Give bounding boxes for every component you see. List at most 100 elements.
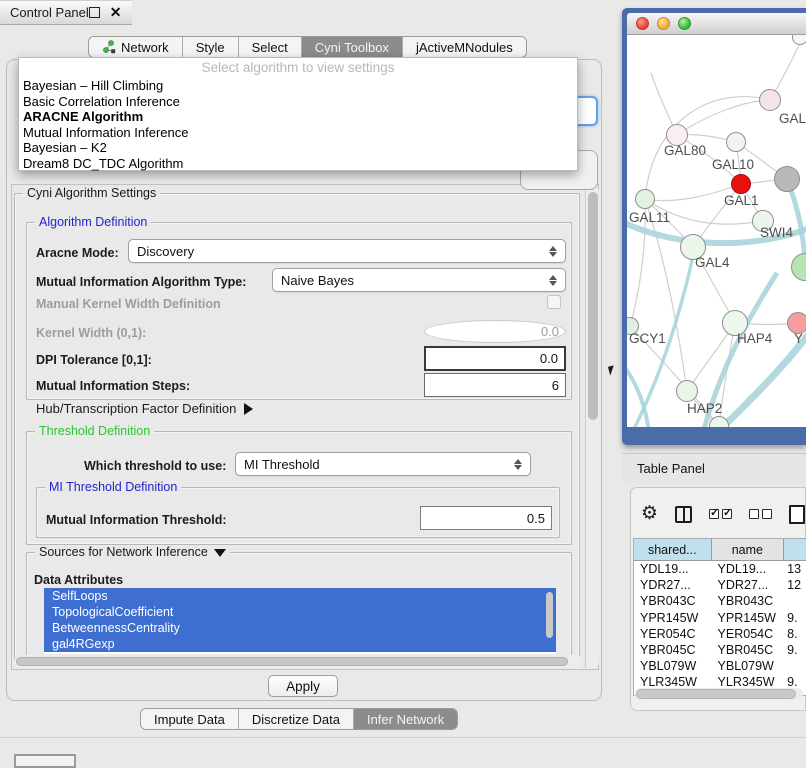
dropdown-option[interactable]: Dream8 DC_TDC Algorithm (19, 156, 577, 172)
zoom-traffic-light-icon[interactable] (678, 17, 691, 30)
network-node-hap2[interactable] (676, 380, 698, 402)
dropdown-option[interactable]: Mutual Information Inference (19, 125, 577, 141)
list-item[interactable]: TopologicalCoefficient (44, 604, 556, 620)
node-label-gal4: GAL4 (695, 255, 730, 270)
table-row[interactable]: YER054C YER054C 8. (634, 626, 806, 642)
list-scrollbar-thumb[interactable] (546, 592, 553, 638)
apply-button[interactable]: Apply (268, 675, 338, 697)
cell: YPR145W (634, 611, 712, 625)
network-view-window[interactable]: GAL80 GAL10 GAL1 GAL11 SWI4 GAL4 GCY1 HA… (622, 8, 806, 445)
cell: YER054C (712, 627, 785, 641)
dropdown-option[interactable]: Basic Correlation Inference (19, 94, 577, 110)
list-item[interactable]: SelfLoops (44, 588, 556, 604)
node-label-gcy1: GCY1 (629, 331, 666, 346)
tab-impute-data[interactable]: Impute Data (141, 709, 239, 729)
table-horizontal-scrollbar[interactable] (635, 688, 803, 700)
network-node-gal1-selected[interactable] (731, 174, 751, 194)
minimize-traffic-light-icon[interactable] (657, 17, 670, 30)
horizontal-scrollbar-thumb[interactable] (16, 657, 568, 666)
column-header-name[interactable]: name (712, 539, 785, 560)
tab-select-label: Select (252, 40, 288, 55)
dropdown-option-highlighted[interactable]: ARACNE Algorithm (19, 109, 577, 125)
select-all-checkboxes-icon[interactable] (709, 509, 732, 519)
node-label-gal-partial: GAL (779, 111, 806, 126)
mi-type-combobox[interactable]: Naive Bayes (272, 268, 566, 292)
column-header-partial[interactable] (784, 539, 806, 560)
list-scrollbar[interactable] (545, 590, 554, 652)
cell: YBL079W (712, 659, 785, 673)
mi-steps-field[interactable]: 6 (424, 373, 566, 397)
close-traffic-light-icon[interactable] (636, 17, 649, 30)
close-icon[interactable]: ✕ (110, 7, 122, 18)
list-item[interactable]: BetweennessCentrality (44, 620, 556, 636)
cell: YBR045C (712, 643, 785, 657)
table-row[interactable]: YBL079W YBL079W (634, 658, 806, 674)
tab-select[interactable]: Select (239, 37, 302, 57)
tab-cyni-toolbox[interactable]: Cyni Toolbox (302, 37, 403, 57)
mouse-cursor (608, 365, 616, 375)
table-horizontal-scrollbar-thumb[interactable] (636, 689, 796, 699)
tab-infer-network[interactable]: Infer Network (354, 709, 457, 729)
table-row[interactable]: YBR043C YBR043C (634, 593, 806, 609)
cell: 8. (784, 627, 806, 641)
tab-network[interactable]: Network (89, 37, 183, 57)
tab-jactivemnodules[interactable]: jActiveMNodules (403, 37, 526, 57)
tab-style[interactable]: Style (183, 37, 239, 57)
node-label-gal1: GAL1 (724, 193, 759, 208)
sources-group-title[interactable]: Sources for Network Inference (35, 545, 230, 559)
table-toolbar: ⚙ (641, 500, 806, 528)
network-node-gal10[interactable] (726, 132, 746, 152)
dropdown-option[interactable]: Bayesian – K2 (19, 140, 577, 156)
algorithm-dropdown-popup: Select algorithm to view settings Bayesi… (18, 57, 578, 171)
tab-discretize-data[interactable]: Discretize Data (239, 709, 354, 729)
table-row[interactable]: YDL19... YDL19... 13 (634, 561, 806, 577)
network-node-gray[interactable] (774, 166, 800, 192)
hub-section-toggle[interactable]: Hub/Transcription Factor Definition (36, 401, 253, 416)
manual-kernel-label: Manual Kernel Width Definition (36, 297, 221, 311)
document-icon[interactable] (789, 505, 805, 524)
gear-icon[interactable]: ⚙ (641, 504, 658, 524)
data-attributes-list[interactable]: SelfLoops TopologicalCoefficient Between… (44, 588, 556, 654)
network-canvas[interactable]: GAL80 GAL10 GAL1 GAL11 SWI4 GAL4 GCY1 HA… (627, 35, 806, 427)
node-label-gal10: GAL10 (712, 157, 754, 172)
threshold-definition-title: Threshold Definition (35, 424, 154, 438)
table-row[interactable]: YDR27... YDR27... 12 (634, 577, 806, 593)
network-icon (102, 40, 116, 54)
dpi-tolerance-field[interactable]: 0.0 (424, 346, 566, 371)
which-threshold-value: MI Threshold (244, 457, 320, 472)
aracne-mode-combobox[interactable]: Discovery (128, 239, 566, 263)
aracne-mode-label: Aracne Mode: (36, 246, 119, 260)
dropdown-option[interactable]: Bayesian – Hill Climbing (19, 78, 577, 94)
mi-type-label: Mutual Information Algorithm Type: (36, 275, 246, 289)
mi-threshold-field[interactable]: 0.5 (420, 506, 552, 530)
mi-steps-value: 6 (552, 378, 559, 393)
split-columns-icon[interactable] (675, 506, 692, 523)
network-window-titlebar[interactable] (627, 13, 806, 35)
tab-style-label: Style (196, 40, 225, 55)
float-window-icon[interactable] (89, 7, 100, 18)
cell: 9. (784, 611, 806, 625)
vertical-scrollbar-thumb[interactable] (588, 192, 598, 420)
cyni-settings-group-title: Cyni Algorithm Settings (23, 186, 160, 200)
kernel-width-label: Kernel Width (0,1): (36, 326, 146, 340)
tab-cyni-toolbox-label: Cyni Toolbox (315, 40, 389, 55)
node-label-hap2: HAP2 (687, 401, 722, 416)
list-item[interactable]: gal4RGexp (44, 636, 556, 652)
table-header-row: shared... name (634, 539, 806, 561)
network-node[interactable] (759, 89, 781, 111)
kernel-width-value: 0.0 (541, 324, 559, 339)
network-node-gal11[interactable] (635, 189, 655, 209)
cell: YDR27... (634, 578, 712, 592)
vertical-scrollbar[interactable] (585, 186, 599, 668)
horizontal-scrollbar[interactable] (14, 655, 582, 668)
hub-section-label: Hub/Transcription Factor Definition (36, 401, 236, 416)
aracne-mode-value: Discovery (137, 244, 194, 259)
deselect-all-checkboxes-icon[interactable] (749, 509, 772, 519)
which-threshold-combobox[interactable]: MI Threshold (235, 452, 531, 476)
node-label-gal11: GAL11 (629, 210, 670, 225)
table-row[interactable]: YPR145W YPR145W 9. (634, 610, 806, 626)
column-header-shared[interactable]: shared... (634, 539, 712, 560)
minimized-panel-icon[interactable] (14, 754, 76, 768)
table-row[interactable]: YBR045C YBR045C 9. (634, 642, 806, 658)
kernel-width-field: 0.0 (424, 320, 566, 343)
